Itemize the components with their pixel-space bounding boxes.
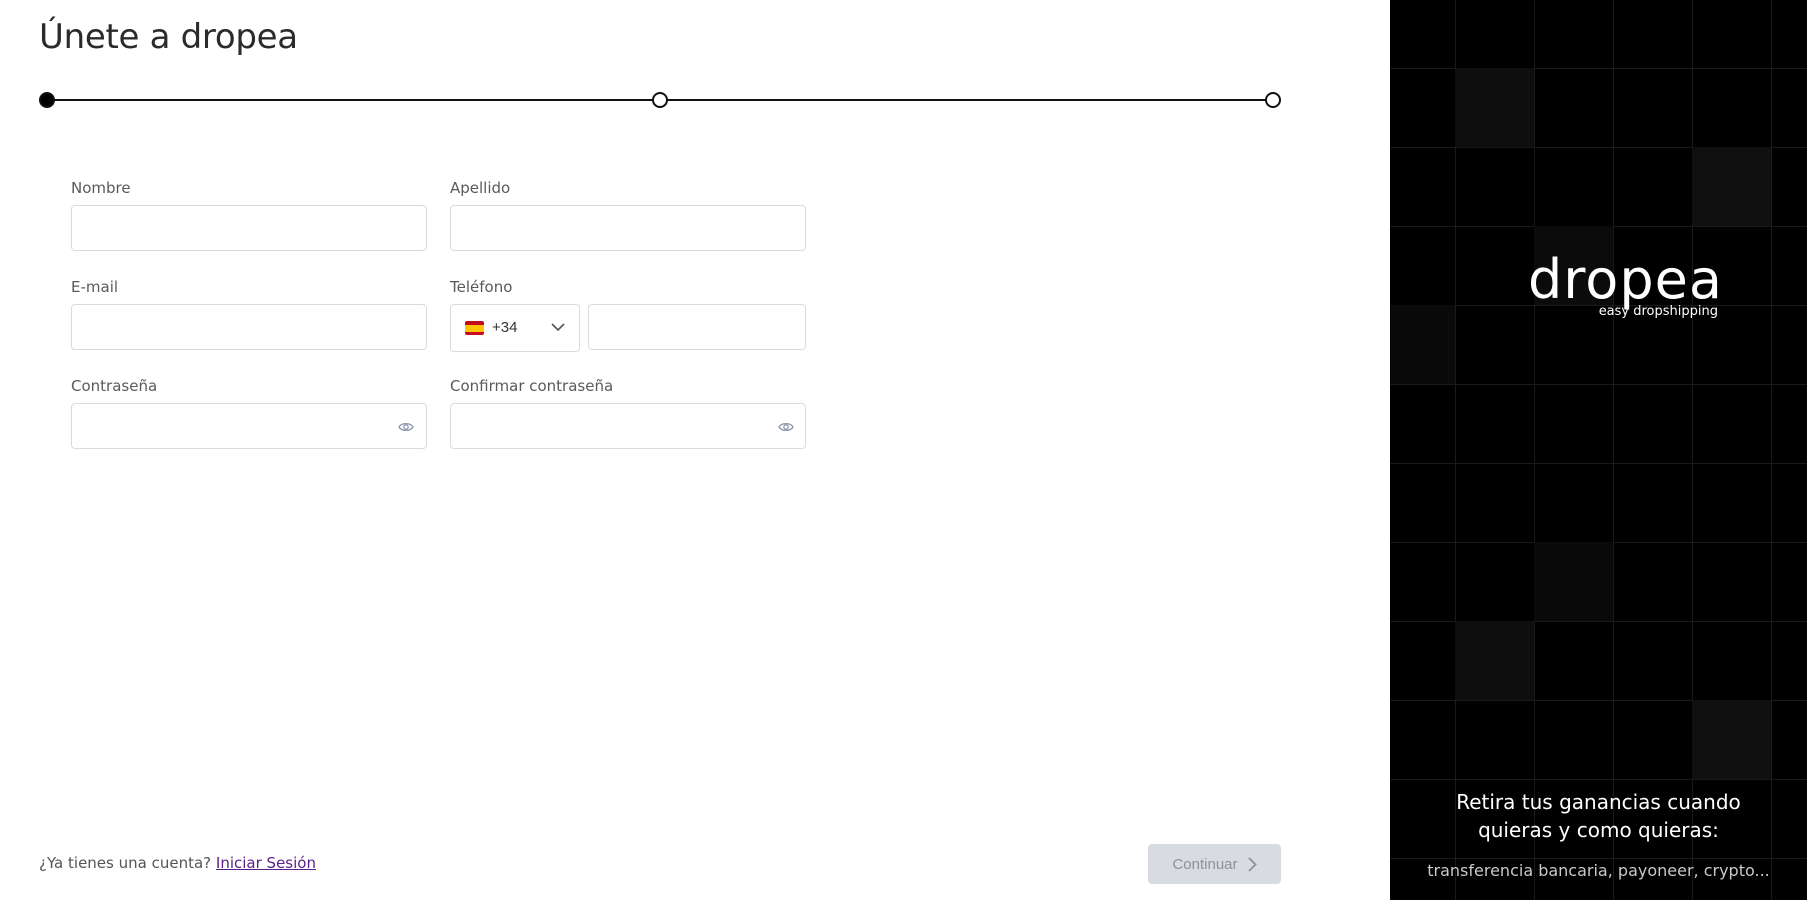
login-link[interactable]: Iniciar Sesión — [216, 854, 316, 872]
spain-flag-icon — [465, 321, 484, 335]
email-input[interactable] — [71, 304, 427, 350]
grid-tile — [1455, 621, 1534, 700]
grid-tile — [1455, 68, 1534, 147]
promo-headline-line1: Retira tus ganancias cuando — [1456, 790, 1741, 814]
first-name-input[interactable] — [71, 205, 427, 251]
signup-form-panel: Únete a dropea Nombre Apellido E-mail Te… — [0, 0, 1390, 900]
last-name-input[interactable] — [450, 205, 806, 251]
confirm-password-label: Confirmar contraseña — [450, 377, 614, 395]
promo-subtext: transferencia bancaria, payoneer, crypto… — [1427, 861, 1770, 880]
phone-label: Teléfono — [450, 278, 513, 296]
show-password-eye-icon[interactable] — [398, 421, 414, 433]
phone-input[interactable] — [588, 304, 806, 350]
password-label: Contraseña — [71, 377, 158, 395]
progress-stepper — [39, 91, 1281, 109]
promo-panel: dropea easy dropshipping Retira tus gana… — [1390, 0, 1807, 900]
promo-headline-line2: quieras y como quieras: — [1478, 818, 1719, 842]
grid-tile — [1390, 305, 1455, 384]
have-account-text: ¿Ya tienes una cuenta? — [39, 854, 212, 872]
continue-button[interactable]: Continuar — [1148, 844, 1281, 884]
grid-tile — [1534, 542, 1613, 621]
country-code-select[interactable]: +34 — [450, 304, 580, 352]
grid-tile — [1692, 147, 1771, 226]
dial-code: +34 — [492, 319, 518, 336]
login-prompt: ¿Ya tienes una cuenta? Iniciar Sesión — [39, 854, 316, 872]
show-confirm-password-eye-icon[interactable] — [778, 421, 794, 433]
chevron-down-icon — [551, 323, 565, 332]
logo-wordmark: dropea — [1528, 248, 1723, 311]
last-name-label: Apellido — [450, 179, 511, 197]
step-1-indicator — [39, 92, 55, 108]
step-3-indicator — [1265, 92, 1281, 108]
grid-tile — [1692, 700, 1771, 779]
email-label: E-mail — [71, 278, 119, 296]
logo-tagline: easy dropshipping — [1598, 304, 1718, 319]
dropea-logo: dropea easy dropshipping — [1528, 250, 1722, 325]
promo-headline: Retira tus ganancias cuando quieras y co… — [1390, 788, 1807, 844]
chevron-right-icon — [1247, 856, 1257, 872]
page-title: Únete a dropea — [39, 17, 298, 57]
first-name-label: Nombre — [71, 179, 131, 197]
confirm-password-input[interactable] — [450, 403, 806, 449]
step-2-indicator — [652, 92, 668, 108]
continue-button-label: Continuar — [1172, 855, 1238, 873]
password-input[interactable] — [71, 403, 427, 449]
